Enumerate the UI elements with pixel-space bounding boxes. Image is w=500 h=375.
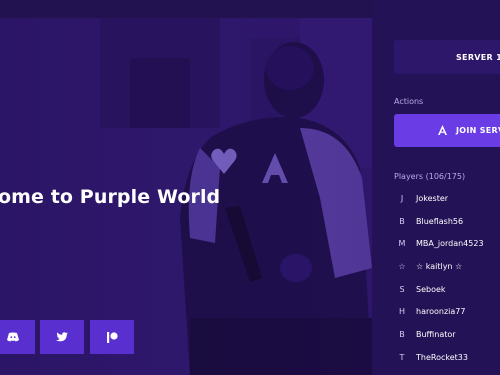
player-name: TheRocket33 [416,352,468,362]
player-name: Blueflash56 [416,216,464,226]
actions-label: Actions [394,97,424,106]
join-server-button[interactable]: JOIN SERV [394,114,500,147]
player-item[interactable]: J Jokester [394,187,500,210]
players-count-label: Players (106/175) [394,172,466,181]
player-item[interactable]: H haroonzia77 [394,300,500,323]
player-name: haroonzia77 [416,307,466,317]
player-name: Seboek [416,284,446,294]
server-panel: SERVER 1 Actions JOIN SERV Players (106/… [372,0,500,375]
join-server-label: JOIN SERV [456,126,500,135]
twitter-button[interactable] [40,320,84,354]
player-initial: S [399,284,405,294]
twitter-icon [56,332,68,342]
player-name: Buffinator [416,329,456,339]
player-name: ☆ kaitlyn ☆ [416,261,463,271]
discord-icon [6,332,19,342]
player-item[interactable]: T TheRocket33 [394,346,500,369]
player-item[interactable]: B Buffinator [394,323,500,346]
player-item[interactable]: S Seboek [394,278,500,301]
player-initial: B [399,329,405,339]
patreon-button[interactable] [90,320,134,354]
server-select-button[interactable]: SERVER 1 [394,40,500,74]
player-list: J Jokester B Blueflash56 M MBA_jordan452… [394,187,500,369]
player-initial: J [400,193,404,203]
altv-logo-icon [438,124,447,137]
hero-title: ome to Purple World [0,186,221,208]
discord-button[interactable] [0,320,35,354]
server-label: SERVER 1 [456,52,500,62]
player-initial: M [398,239,406,249]
player-item[interactable]: B Blueflash56 [394,210,500,233]
player-initial: ☆ [398,261,406,271]
player-item[interactable]: M MBA_jordan4523 [394,232,500,255]
patreon-icon [106,331,118,343]
player-item[interactable]: ☆ ☆ kaitlyn ☆ [394,255,500,278]
player-name: MBA_jordan4523 [416,239,484,249]
player-name: Jokester [416,193,449,203]
player-initial: T [399,352,405,362]
player-initial: H [398,307,405,317]
player-initial: B [399,216,405,226]
